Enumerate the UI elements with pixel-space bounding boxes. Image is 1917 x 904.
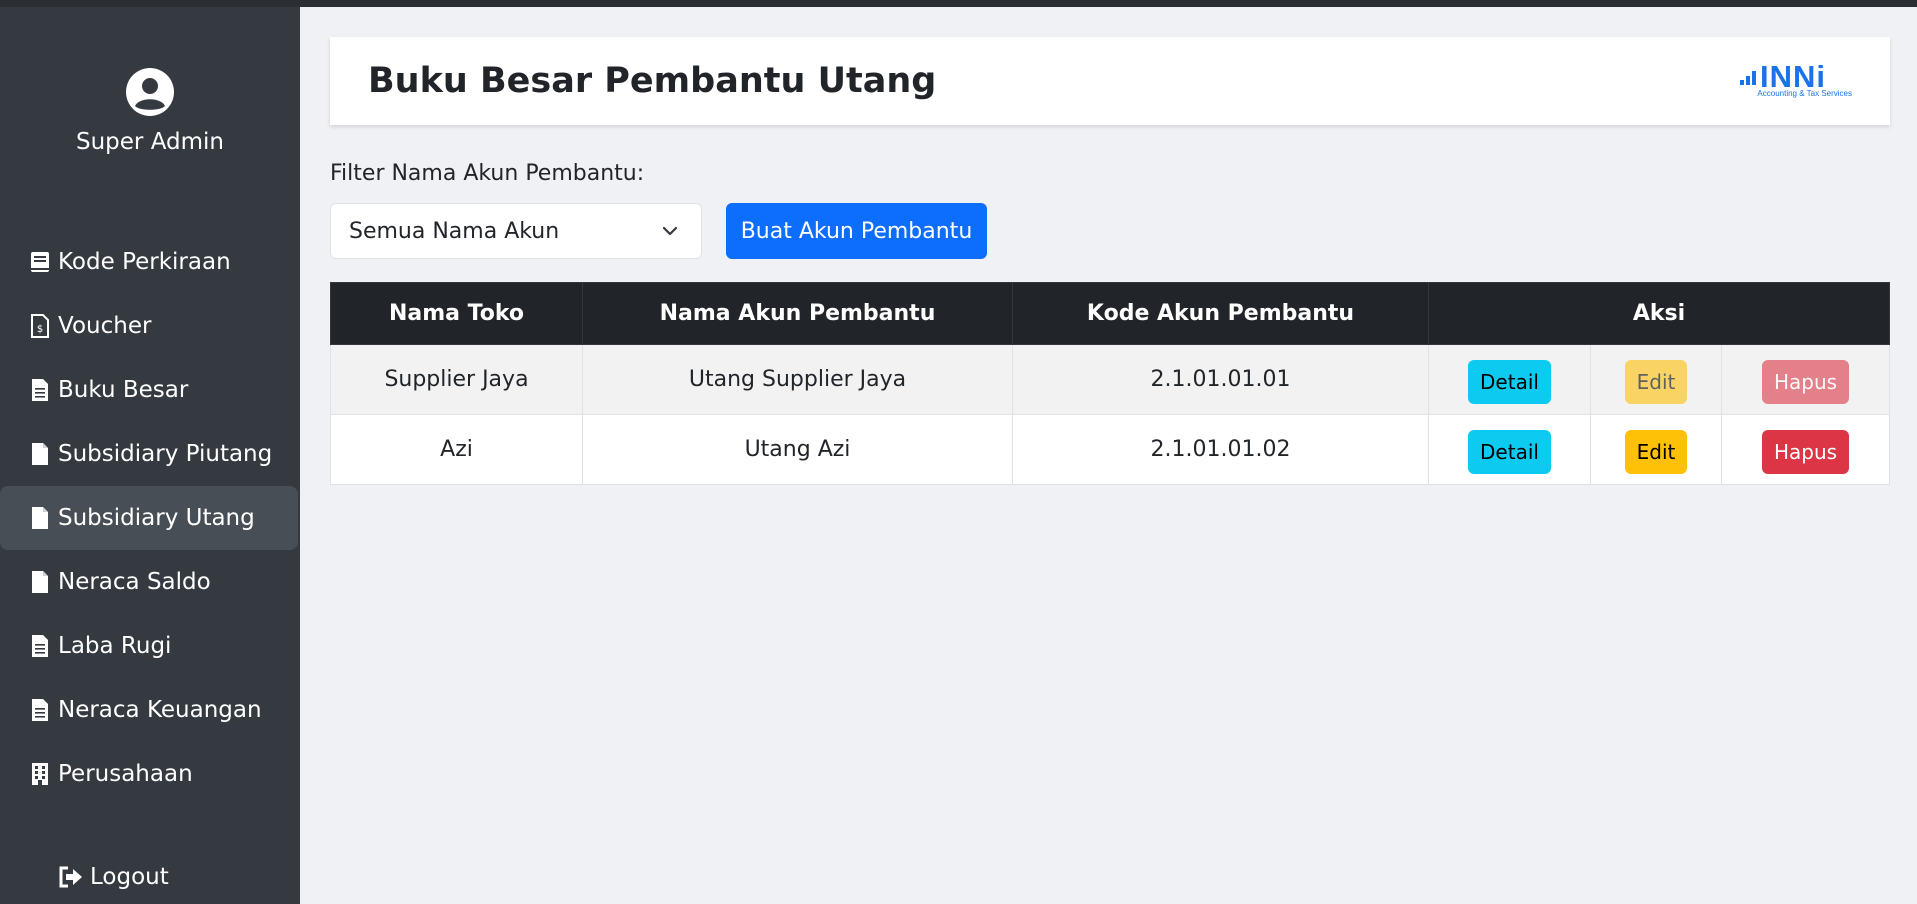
sidebar-item-kode-perkiraan[interactable]: Kode Perkiraan	[0, 230, 298, 294]
column-header-aksi: Aksi	[1428, 282, 1890, 345]
brand-logo: INNi Accounting & Tax Services	[1740, 59, 1852, 101]
cell-action-hapus: Hapus	[1721, 414, 1890, 485]
chevron-down-icon	[662, 226, 678, 236]
table-row: Azi Utang Azi 2.1.01.01.02 Detail Edit H…	[330, 414, 1890, 485]
cell-action-detail: Detail	[1428, 414, 1591, 485]
cell-action-edit: Edit	[1590, 344, 1722, 415]
delete-button[interactable]: Hapus	[1761, 429, 1850, 474]
sidebar-item-buku-besar[interactable]: Buku Besar	[0, 358, 298, 422]
sidebar-item-label: Laba Rugi	[58, 633, 172, 659]
sidebar-item-label: Voucher	[58, 313, 152, 339]
column-header-nama-toko: Nama Toko	[330, 282, 583, 345]
detail-button[interactable]: Detail	[1468, 429, 1551, 474]
sidebar-item-subsidiary-piutang[interactable]: Subsidiary Piutang	[0, 422, 298, 486]
file-icon	[32, 443, 48, 465]
sidebar-item-label: Neraca Keuangan	[58, 697, 262, 723]
logout-button[interactable]: Logout	[58, 864, 169, 890]
sidebar: Super Admin Kode Perkiraan $ Voucher Buk…	[0, 7, 300, 904]
sidebar-item-neraca-keuangan[interactable]: Neraca Keuangan	[0, 678, 298, 742]
cell-kode-akun: 2.1.01.01.02	[1012, 414, 1429, 485]
window-top-bar	[0, 0, 1917, 7]
table-header-row: Nama Toko Nama Akun Pembantu Kode Akun P…	[330, 282, 1890, 345]
file-text-icon	[32, 379, 48, 401]
delete-button[interactable]: Hapus	[1761, 359, 1850, 404]
cell-action-edit: Edit	[1590, 414, 1722, 485]
filter-label: Filter Nama Akun Pembantu:	[330, 161, 645, 186]
file-text-icon	[32, 635, 48, 657]
svg-text:$: $	[37, 324, 43, 335]
cell-nama-toko: Azi	[330, 414, 583, 485]
signal-bars-icon	[1740, 71, 1756, 85]
column-header-kode-akun: Kode Akun Pembantu	[1012, 282, 1429, 345]
sidebar-item-label: Buku Besar	[58, 377, 189, 403]
logout-label: Logout	[90, 864, 169, 890]
edit-button[interactable]: Edit	[1624, 359, 1688, 404]
page-title: Buku Besar Pembantu Utang	[368, 61, 937, 101]
building-icon	[32, 763, 48, 785]
detail-button[interactable]: Detail	[1468, 359, 1551, 404]
account-filter-value: Semua Nama Akun	[349, 218, 560, 244]
sidebar-item-label: Subsidiary Piutang	[58, 441, 273, 467]
book-icon	[31, 252, 49, 272]
sidebar-item-neraca-saldo[interactable]: Neraca Saldo	[0, 550, 298, 614]
cell-nama-akun: Utang Supplier Jaya	[582, 344, 1013, 415]
account-filter-select[interactable]: Semua Nama Akun	[330, 203, 702, 259]
user-name: Super Admin	[76, 129, 224, 155]
user-profile: Super Admin	[0, 67, 300, 155]
column-header-nama-akun: Nama Akun Pembantu	[582, 282, 1013, 345]
cell-action-hapus: Hapus	[1721, 344, 1890, 415]
sidebar-item-laba-rugi[interactable]: Laba Rugi	[0, 614, 298, 678]
user-avatar-icon	[126, 68, 174, 116]
page-header: Buku Besar Pembantu Utang INNi Accountin…	[330, 37, 1890, 125]
table-row: Supplier Jaya Utang Supplier Jaya 2.1.01…	[330, 344, 1890, 415]
cell-nama-toko: Supplier Jaya	[330, 344, 583, 415]
file-dollar-icon: $	[31, 314, 49, 338]
sidebar-item-label: Kode Perkiraan	[58, 249, 231, 275]
subsidiary-account-table: Nama Toko Nama Akun Pembantu Kode Akun P…	[330, 282, 1890, 485]
sidebar-item-subsidiary-utang[interactable]: Subsidiary Utang	[0, 486, 298, 550]
file-text-icon	[32, 699, 48, 721]
sidebar-item-label: Subsidiary Utang	[58, 505, 255, 531]
file-icon	[32, 507, 48, 529]
sidebar-item-label: Perusahaan	[58, 761, 193, 787]
logo-subtitle: Accounting & Tax Services	[1757, 89, 1852, 98]
cell-kode-akun: 2.1.01.01.01	[1012, 344, 1429, 415]
edit-button[interactable]: Edit	[1624, 429, 1688, 474]
sidebar-item-perusahaan[interactable]: Perusahaan	[0, 742, 298, 806]
cell-action-detail: Detail	[1428, 344, 1591, 415]
sidebar-item-voucher[interactable]: $ Voucher	[0, 294, 298, 358]
create-subsidiary-account-button[interactable]: Buat Akun Pembantu	[726, 203, 987, 259]
file-icon	[32, 571, 48, 593]
cell-nama-akun: Utang Azi	[582, 414, 1013, 485]
logout-icon	[59, 866, 82, 888]
sidebar-item-label: Neraca Saldo	[58, 569, 211, 595]
